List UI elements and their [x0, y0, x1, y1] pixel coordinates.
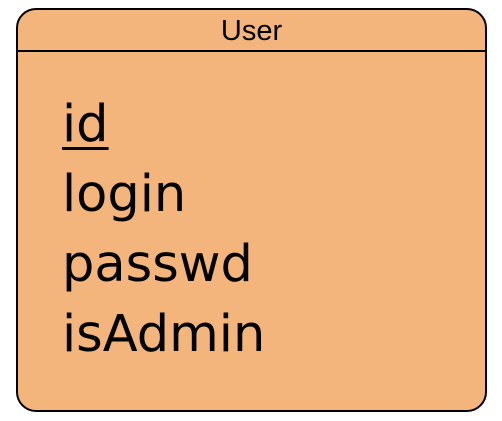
- entity-title: User: [18, 10, 485, 52]
- attribute: passwd: [62, 235, 253, 294]
- attribute: login: [62, 165, 187, 224]
- attribute: isAdmin: [62, 305, 266, 364]
- attribute-primary-key: id: [62, 95, 109, 154]
- attribute-list: id login passwd isAdmin: [62, 90, 265, 370]
- entity-user[interactable]: User id login passwd isAdmin: [16, 8, 487, 412]
